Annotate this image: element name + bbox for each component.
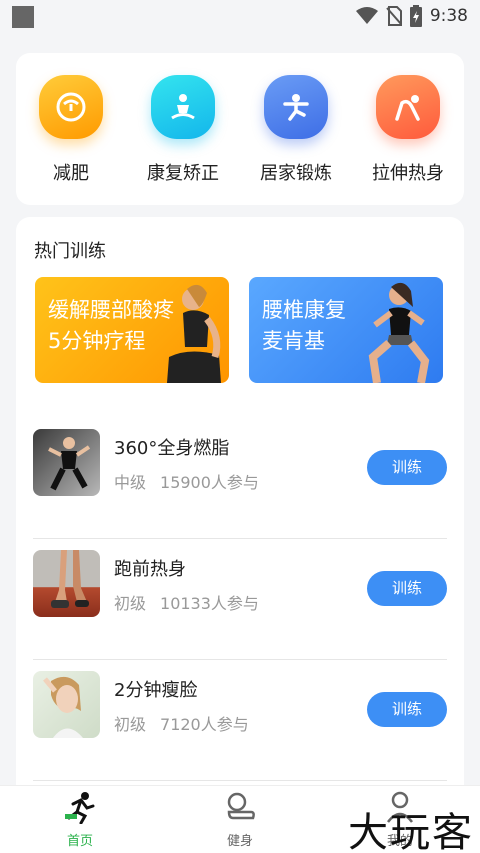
category-label: 拉伸热身	[372, 163, 444, 184]
banner-text: 缓解腰部酸疼 5分钟疗程	[48, 298, 174, 353]
workout-thumbnail	[33, 671, 100, 738]
workout-level: 初级	[114, 715, 147, 734]
category-card: 减肥 康复矫正 居家锻炼 拉伸热身	[16, 53, 464, 205]
meditation-icon	[151, 75, 215, 139]
participant-count: 7120人参与	[160, 715, 249, 734]
train-button[interactable]: 训练	[367, 692, 447, 727]
hot-training-card: 热门训练 缓解腰部酸疼 5分钟疗程 腰椎康复 麦肯基 360°全身燃脂 中级 1…	[16, 217, 464, 837]
category-stretch[interactable]: 拉伸热身	[358, 75, 458, 185]
workout-meta: 中级 15900人参与	[114, 469, 259, 493]
status-time: 9:38	[429, 6, 468, 26]
workout-thumbnail	[33, 429, 100, 496]
nav-label: 健身	[226, 834, 253, 849]
status-icons: 9:38	[355, 5, 468, 27]
category-label: 减肥	[53, 163, 89, 184]
running-icon	[65, 792, 95, 825]
workout-title: 2分钟瘦脸	[114, 680, 198, 701]
banner-lower-back-relief[interactable]: 缓解腰部酸疼 5分钟疗程	[35, 277, 229, 383]
dumbbell-hand-icon	[227, 792, 255, 820]
list-item[interactable]: 360°全身燃脂 中级 15900人参与 训练	[33, 418, 447, 539]
participant-count: 15900人参与	[160, 473, 259, 492]
battery-icon	[409, 5, 422, 27]
status-bar: 9:38	[0, 0, 480, 34]
workout-thumbnail	[33, 550, 100, 617]
nav-label: 首页	[66, 834, 93, 849]
watermark: 大玩客	[348, 810, 474, 853]
nav-fitness[interactable]: 健身	[200, 790, 280, 849]
wifi-icon	[355, 7, 378, 24]
workout-level: 初级	[114, 594, 147, 613]
participant-count: 10133人参与	[160, 594, 259, 613]
workout-title: 跑前热身	[114, 559, 186, 580]
scale-icon	[39, 75, 103, 139]
category-label: 居家锻炼	[260, 163, 332, 184]
stretch-figure-icon	[264, 75, 328, 139]
yoga-bend-icon	[376, 75, 440, 139]
nav-home[interactable]: 首页	[40, 790, 120, 849]
category-weight-loss[interactable]: 减肥	[21, 75, 121, 185]
list-item[interactable]: 2分钟瘦脸 初级 7120人参与 训练	[33, 660, 447, 781]
category-rehab[interactable]: 康复矫正	[133, 75, 233, 185]
list-item[interactable]: 跑前热身 初级 10133人参与 训练	[33, 539, 447, 660]
workout-level: 中级	[114, 473, 147, 492]
divider	[33, 780, 447, 781]
banner-text: 腰椎康复 麦肯基	[262, 298, 346, 353]
train-button[interactable]: 训练	[367, 571, 447, 606]
notification-icon	[12, 6, 34, 28]
category-home-workout[interactable]: 居家锻炼	[246, 75, 346, 185]
workout-title: 360°全身燃脂	[114, 438, 230, 459]
section-title: 热门训练	[34, 241, 106, 262]
no-sim-icon	[386, 6, 402, 26]
workout-meta: 初级 10133人参与	[114, 590, 259, 614]
woman-lunge-image	[368, 282, 430, 383]
train-button[interactable]: 训练	[367, 450, 447, 485]
category-label: 康复矫正	[147, 163, 219, 184]
banner-lumbar-rehab[interactable]: 腰椎康复 麦肯基	[249, 277, 443, 383]
workout-meta: 初级 7120人参与	[114, 711, 249, 735]
